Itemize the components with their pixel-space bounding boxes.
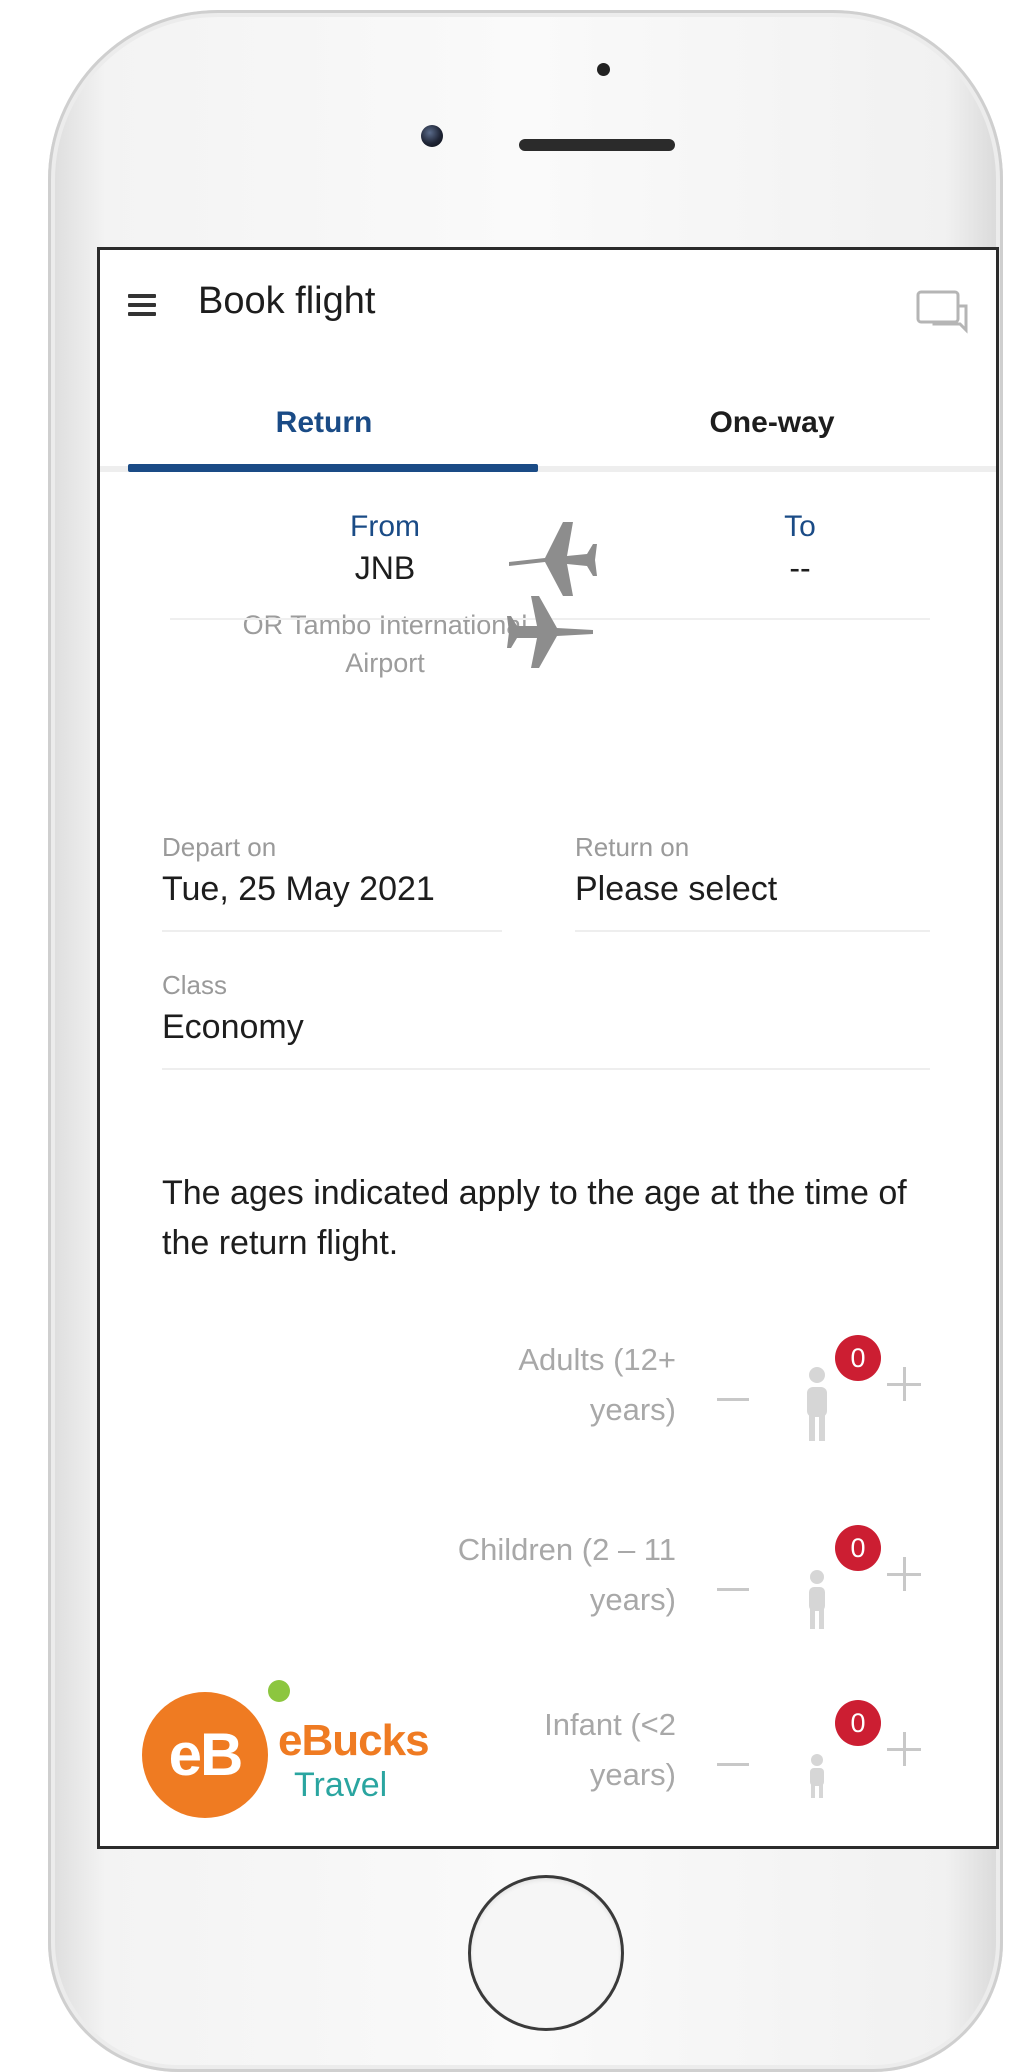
depart-underline [162, 930, 502, 932]
ebucks-travel-logo: eB eBucks Travel [142, 1680, 472, 1820]
class-label: Class [162, 970, 228, 1000]
logo-word: eBucks [278, 1716, 430, 1765]
person-icon [807, 1367, 827, 1441]
earpiece-speaker [519, 139, 675, 151]
increase-children-button[interactable] [885, 1555, 925, 1595]
page-title: Book flight [198, 280, 376, 322]
from-airport-code[interactable]: JNB [310, 550, 460, 587]
person-icon [809, 1570, 825, 1629]
passenger-row-adults: Adults (12+ years) 0 [100, 1335, 996, 1465]
logo-subtitle: Travel [294, 1766, 388, 1804]
increase-adults-button[interactable] [885, 1365, 925, 1405]
infants-count-badge: 0 [835, 1700, 881, 1746]
route-selector: From JNB OR Tambo International Airport … [100, 510, 996, 710]
tab-one-way[interactable]: One-way [548, 380, 996, 466]
class-select[interactable]: Economy [162, 1008, 304, 1047]
depart-date-field[interactable]: Tue, 25 May 2021 [162, 870, 435, 909]
chat-icon[interactable] [912, 286, 972, 336]
passenger-label: Children (2 – 11 years) [457, 1532, 676, 1617]
depart-label: Depart on [162, 832, 277, 862]
plane-icon [509, 522, 597, 596]
logo-dot [268, 1680, 290, 1702]
tab-return[interactable]: Return [100, 380, 548, 466]
decrease-adults-button[interactable] [717, 1380, 755, 1420]
menu-icon[interactable] [128, 294, 156, 316]
return-underline [575, 930, 930, 932]
passenger-row-children: Children (2 – 11 years) 0 [100, 1525, 996, 1655]
to-airport-code[interactable]: -- [760, 550, 840, 587]
app-bar: Book flight [100, 250, 996, 360]
decrease-infants-button[interactable] [717, 1745, 755, 1785]
to-label[interactable]: To [760, 510, 840, 544]
adults-count-badge: 0 [835, 1335, 881, 1381]
decrease-children-button[interactable] [717, 1570, 755, 1610]
app-screen: Book flight Return One-way From JNB OR T… [97, 247, 999, 1849]
increase-infants-button[interactable] [885, 1730, 925, 1770]
home-button[interactable] [468, 1875, 624, 2031]
from-label[interactable]: From [310, 510, 460, 544]
person-icon [810, 1754, 824, 1798]
swap-route-plane-icon[interactable] [505, 594, 597, 670]
class-underline [162, 1068, 930, 1070]
return-label: Return on [575, 832, 690, 862]
return-date-field[interactable]: Please select [575, 870, 777, 909]
passenger-label: Adults (12+ years) [518, 1342, 676, 1427]
front-camera [421, 125, 443, 147]
logo-mark: eB [142, 1692, 268, 1818]
children-count-badge: 0 [835, 1525, 881, 1571]
proximity-sensor [597, 63, 610, 76]
trip-type-tabs: Return One-way [100, 380, 996, 472]
active-tab-indicator [128, 464, 538, 472]
age-notice: The ages indicated apply to the age at t… [162, 1174, 907, 1262]
